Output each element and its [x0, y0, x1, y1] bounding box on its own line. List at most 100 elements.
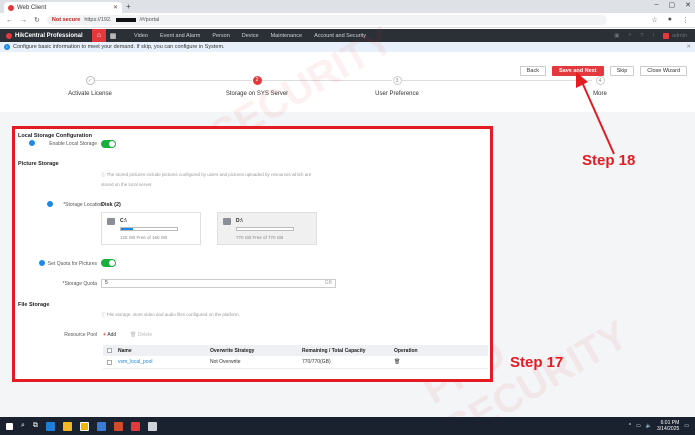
edge-icon[interactable]: [45, 421, 55, 431]
clock[interactable]: 6:01 PM 3/14/2025: [657, 420, 679, 432]
storage-quota-label: *Storage Quota: [62, 281, 97, 287]
step18-arrow: [576, 72, 615, 155]
app-icon[interactable]: [113, 421, 123, 431]
url-prefix: https://192.: [84, 17, 112, 23]
network-icon[interactable]: ▭: [636, 423, 641, 429]
file-storage-hint: ⓘ File storage: store video and audio fi…: [101, 312, 240, 318]
notifications-icon[interactable]: ▭: [684, 423, 689, 429]
header-search-icon[interactable]: ⌕: [628, 32, 631, 39]
pool-name-link[interactable]: vsm_local_pool: [118, 359, 210, 365]
app-icon[interactable]: [147, 421, 157, 431]
arrow-head: [576, 72, 588, 88]
window-controls: – ▢ ✕: [655, 1, 691, 9]
overwrite-strategy: Not Overwrite: [210, 359, 241, 365]
table-row: vsm_local_pool Not Overwrite 770/770(GB)…: [103, 356, 488, 369]
storage-config-panel: Local Storage Configuration Enable Local…: [15, 129, 490, 379]
column-header-name: Name: [118, 347, 132, 354]
hikcentral-icon[interactable]: [130, 421, 140, 431]
back-icon[interactable]: ←: [6, 17, 13, 24]
profile-icon[interactable]: ●: [668, 16, 672, 24]
url-suffix: /#/portal: [139, 17, 160, 23]
tab-title: Web Client: [17, 4, 47, 11]
info-close-icon[interactable]: ✕: [686, 44, 691, 50]
close-wizard-button[interactable]: Close Wizard: [640, 66, 687, 76]
nav-device[interactable]: Device: [242, 33, 259, 39]
file-storage-hint-text: File storage: store video and audio file…: [106, 312, 240, 317]
check-icon: ✓: [85, 76, 95, 85]
disk-name: C:\: [120, 218, 127, 224]
main-nav: Video Event and Alarm Person Device Main…: [134, 33, 366, 39]
set-quota-toggle[interactable]: [101, 259, 116, 267]
app-logo: HikCentral Professional: [0, 32, 92, 39]
user-menu[interactable]: admin: [663, 32, 687, 39]
wizard-step-activate-license: ✓ Activate License: [40, 76, 140, 97]
close-tab-icon[interactable]: ✕: [113, 4, 118, 11]
windows-start-icon[interactable]: [6, 422, 13, 430]
table-header: Name Overwrite Strategy Remaining / Tota…: [103, 345, 488, 356]
new-tab-button[interactable]: +: [126, 2, 131, 11]
avatar: [663, 32, 670, 39]
storage-quota-value: 5: [105, 280, 108, 286]
clock-date: 3/14/2025: [657, 426, 680, 432]
storage-quota-unit: GB: [324, 280, 332, 286]
url-field[interactable]: Not secure https://192. /#/portal: [46, 15, 607, 25]
wizard-step-storage: 2 Storage on SYS Server: [207, 76, 307, 97]
browser-tab[interactable]: Web Client ✕: [4, 2, 122, 13]
nav-maintenance[interactable]: Maintenance: [271, 33, 303, 39]
storage-quota-input[interactable]: 5 GB: [101, 279, 336, 288]
windows-taskbar: ⌕ ⧉ ^ ▭ 🔈 6:01 PM 3/14/2025 ▭: [0, 417, 695, 435]
row-checkbox[interactable]: [107, 359, 112, 365]
file-storage-title: File Storage: [18, 302, 50, 308]
nav-video[interactable]: Video: [134, 33, 148, 39]
logo-icon: [6, 32, 12, 39]
bookmark-star-icon[interactable]: ☆: [651, 16, 657, 24]
app-icon[interactable]: [96, 421, 106, 431]
chrome-icon[interactable]: [79, 421, 89, 431]
picture-storage-title: Picture Storage: [18, 161, 59, 167]
reload-icon[interactable]: ↻: [34, 16, 40, 24]
forward-icon[interactable]: →: [20, 17, 27, 24]
step-number: 3: [392, 76, 402, 85]
add-resource-pool-button[interactable]: + Add: [103, 332, 116, 338]
disk-icon: [223, 218, 231, 225]
screenshot-icon[interactable]: ▣: [614, 33, 619, 39]
disk-usage-bar: [120, 227, 178, 231]
select-all-checkbox[interactable]: [107, 348, 112, 353]
url-redaction: [115, 18, 136, 22]
nav-account-security[interactable]: Account and Security: [314, 33, 366, 39]
delete-row-icon[interactable]: 🗑: [394, 359, 474, 365]
notification-icon[interactable]: !: [652, 33, 654, 39]
local-storage-title: Local Storage Configuration: [18, 133, 92, 139]
taskbar-search-icon[interactable]: ⌕: [21, 422, 25, 430]
browser-menu-icon[interactable]: ⋮: [682, 16, 689, 24]
close-window-icon[interactable]: ✕: [685, 1, 691, 9]
not-secure-badge[interactable]: Not secure: [52, 17, 80, 23]
help-icon[interactable]: ?: [640, 33, 643, 39]
disk-card-d[interactable]: D:\ 770 GB Free of 770 GB: [217, 212, 317, 245]
browser-tab-bar: Web Client ✕ + – ▢ ✕: [0, 0, 695, 13]
app-name: HikCentral Professional: [15, 32, 83, 39]
maximize-icon[interactable]: ▢: [669, 1, 676, 9]
home-icon[interactable]: ⌂: [92, 29, 106, 42]
enable-local-storage-toggle[interactable]: [101, 140, 116, 148]
resource-pool-label: Resource Pool: [64, 332, 97, 338]
disk-count: Disk (2): [101, 202, 121, 208]
step-label: User Preference: [375, 91, 419, 97]
task-view-icon[interactable]: ⧉: [33, 422, 38, 430]
resource-pool-table: Name Overwrite Strategy Remaining / Tota…: [103, 345, 488, 369]
tray-chevron-icon[interactable]: ^: [629, 423, 631, 429]
nav-event-alarm[interactable]: Event and Alarm: [160, 33, 200, 39]
file-explorer-icon[interactable]: [62, 421, 72, 431]
arrow-line: [581, 81, 615, 155]
disk-name: D:\: [236, 218, 243, 224]
disk-usage-fill: [121, 228, 134, 230]
nav-person[interactable]: Person: [212, 33, 229, 39]
delete-resource-pool-button[interactable]: 🗑 Delete: [130, 332, 152, 338]
back-button[interactable]: Back: [519, 66, 546, 76]
minimize-icon[interactable]: –: [655, 1, 659, 9]
column-header-capacity: Remaining / Total Capacity: [302, 347, 366, 354]
apps-grid-icon[interactable]: ▦: [106, 32, 120, 40]
volume-icon[interactable]: 🔈: [646, 423, 652, 429]
step-label: Activate License: [68, 91, 112, 97]
disk-card-c[interactable]: C:\ 125 GB Free of 160 GB: [101, 212, 201, 245]
